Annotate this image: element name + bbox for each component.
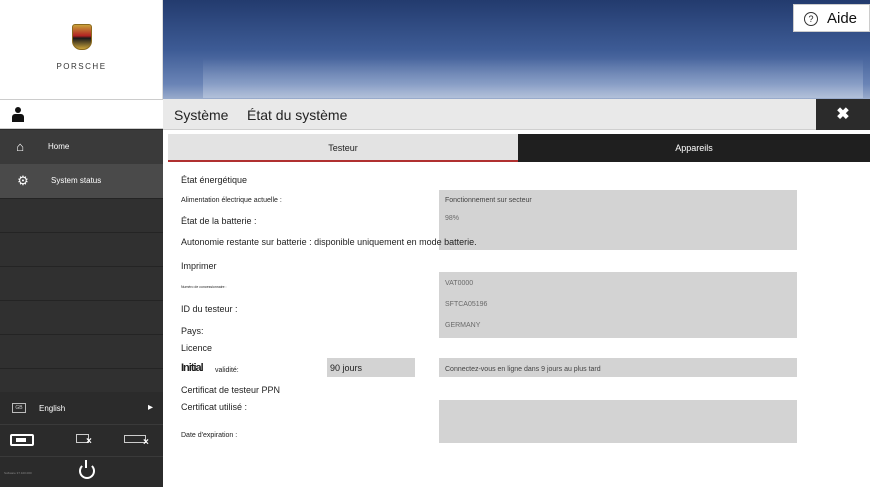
sidebar-item-system-status[interactable]: ⚙ System status bbox=[0, 164, 163, 198]
banner-highlight bbox=[203, 58, 863, 98]
language-selector[interactable]: GB English ▸ bbox=[0, 392, 163, 424]
dealer-value: VAT0000 bbox=[445, 280, 474, 287]
sidebar-empty-slot bbox=[0, 232, 163, 266]
validity-days: 90 jours bbox=[330, 363, 363, 373]
printer-heading: Imprimer bbox=[181, 261, 217, 271]
validity-label-prefix: Initial bbox=[181, 362, 204, 374]
power-row: Software 37.100.000 bbox=[0, 456, 163, 487]
battery-icon[interactable] bbox=[10, 434, 34, 446]
cert-value-box bbox=[439, 400, 797, 443]
validity-label: validité: bbox=[215, 367, 239, 374]
porsche-crest-logo bbox=[72, 24, 92, 50]
sidebar-empty-slot bbox=[0, 300, 163, 334]
close-icon: ✖ bbox=[836, 106, 850, 123]
ppn-heading: Certificat de testeur PPN bbox=[181, 385, 281, 395]
battery-value: 98% bbox=[445, 215, 460, 222]
header-banner bbox=[163, 0, 870, 99]
network-disconnected-icon[interactable]: × bbox=[124, 434, 154, 448]
language-label: English bbox=[39, 404, 66, 413]
tab-testeur[interactable]: Testeur bbox=[168, 134, 518, 162]
breadcrumb-root[interactable]: Système bbox=[174, 107, 228, 123]
sidebar-empty-slot bbox=[0, 266, 163, 300]
sidebar-item-label: Home bbox=[48, 142, 70, 151]
sidebar-item-home[interactable]: ⌂ Home bbox=[0, 130, 163, 164]
license-heading: Licence bbox=[181, 343, 213, 353]
gear-icon: ⚙ bbox=[17, 173, 29, 188]
country-value: GERMANY bbox=[445, 322, 481, 329]
chevron-right-icon: ▸ bbox=[148, 402, 154, 413]
expiry-label: Date d'expiration : bbox=[181, 432, 238, 439]
brand-wordmark: PORSCHE bbox=[56, 62, 107, 71]
help-label: Aide bbox=[827, 10, 858, 27]
user-row[interactable] bbox=[0, 99, 163, 129]
autonomy-text: Autonomie restante sur batterie : dispon… bbox=[181, 237, 477, 247]
validity-note: Connectez-vous en ligne dans 9 jours au … bbox=[445, 366, 601, 373]
supply-value: Fonctionnement sur secteur bbox=[445, 197, 532, 204]
user-icon[interactable] bbox=[12, 107, 24, 123]
tester-id-label: ID du testeur : bbox=[181, 304, 238, 314]
home-icon: ⌂ bbox=[16, 139, 24, 154]
page-title: État du système bbox=[247, 107, 348, 123]
close-button[interactable]: ✖ bbox=[816, 99, 870, 130]
sidebar: PORSCHE ⌂ Home ⚙ System status GB Englis… bbox=[0, 0, 163, 487]
sidebar-item-label: System status bbox=[51, 176, 102, 185]
supply-label: Alimentation électrique actuelle : bbox=[181, 197, 282, 204]
flag-icon: GB bbox=[12, 403, 26, 413]
sidebar-empty-slot bbox=[0, 334, 163, 368]
logo-area: PORSCHE bbox=[0, 0, 163, 99]
system-status-panel: État énergétique Alimentation électrique… bbox=[163, 164, 870, 487]
help-circle-icon: ? bbox=[804, 12, 818, 26]
printer-value-box bbox=[439, 272, 797, 338]
sidebar-empty-slot bbox=[0, 368, 163, 392]
title-bar: Système État du système ✖ bbox=[163, 99, 870, 130]
tab-appareils[interactable]: Appareils bbox=[518, 134, 870, 162]
tester-id-value: SFTCA05196 bbox=[445, 301, 488, 308]
country-label: Pays: bbox=[181, 326, 204, 336]
dealer-label: Numéro de concessionnaire : bbox=[181, 285, 227, 289]
sidebar-empty-slot bbox=[0, 198, 163, 232]
power-icon[interactable] bbox=[79, 460, 95, 479]
cert-label: Certificat utilisé : bbox=[181, 402, 248, 412]
battery-label: État de la batterie : bbox=[181, 216, 257, 226]
help-button[interactable]: ? Aide bbox=[793, 4, 870, 32]
device-status-row: × × bbox=[0, 424, 163, 456]
software-version: Software 37.100.000 bbox=[4, 471, 32, 475]
vci-disconnected-icon[interactable]: × bbox=[76, 434, 96, 447]
energy-heading: État énergétique bbox=[181, 175, 248, 185]
